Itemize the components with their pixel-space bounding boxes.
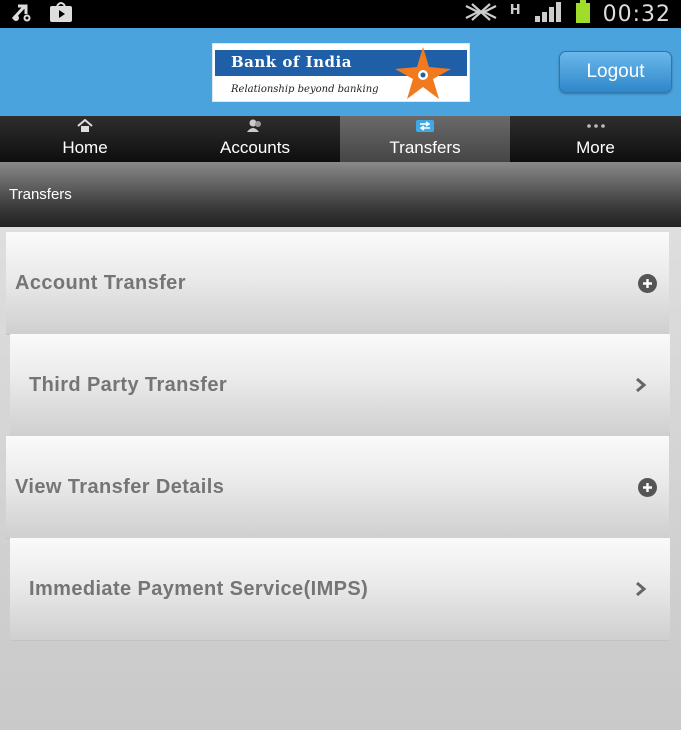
list-item-label: Immediate Payment Service(IMPS) [29,577,369,600]
store-icon [48,1,74,27]
list-item-account-transfer[interactable]: Account Transfer [6,232,669,335]
tab-accounts-label: Accounts [220,138,290,157]
transfer-menu: Account Transfer Third Party Transfer Vi… [0,227,681,730]
logo-name: Bank of India [231,53,352,71]
data-icon [464,2,498,26]
battery-icon [575,0,591,28]
transfers-icon [340,118,510,134]
page-title: Transfers [9,186,72,203]
chevron-right-icon [636,377,647,393]
plus-circle-icon [638,274,657,293]
tab-transfers-label: Transfers [389,138,461,157]
list-item-label: Account Transfer [15,271,186,294]
tab-transfers[interactable]: Transfers [340,116,510,162]
chevron-right-icon [636,581,647,597]
nav-bar: Home Accounts Transfers More [0,116,681,162]
list-item-imps[interactable]: Immediate Payment Service(IMPS) [10,538,670,641]
signal-icon [533,1,563,27]
more-icon [510,118,681,134]
plus-circle-icon [638,478,657,497]
status-right: H 00:32 [464,0,671,28]
tab-home-label: Home [62,138,108,157]
status-left [10,1,74,27]
tab-home[interactable]: Home [0,116,170,162]
title-bar: Transfers [0,162,681,227]
network-type: H [509,2,521,18]
tab-more-label: More [576,138,615,157]
tab-more[interactable]: More [510,116,681,162]
logo-tagline: Relationship beyond banking [231,84,379,95]
status-bar: H 00:32 [0,0,681,28]
bank-logo: Bank of India Relationship beyond bankin… [212,43,470,102]
app-header: Bank of India Relationship beyond bankin… [0,28,681,116]
list-item-label: View Transfer Details [15,475,225,498]
list-item-label: Third Party Transfer [29,373,228,396]
tab-accounts[interactable]: Accounts [170,116,340,162]
list-item-third-party-transfer[interactable]: Third Party Transfer [10,334,670,437]
star-icon [395,47,451,99]
logout-button[interactable]: Logout [559,51,672,93]
home-icon [0,118,170,134]
list-item-view-transfer-details[interactable]: View Transfer Details [6,436,669,539]
usb-icon [10,1,34,27]
accounts-icon [170,118,340,134]
clock: 00:32 [602,1,671,27]
